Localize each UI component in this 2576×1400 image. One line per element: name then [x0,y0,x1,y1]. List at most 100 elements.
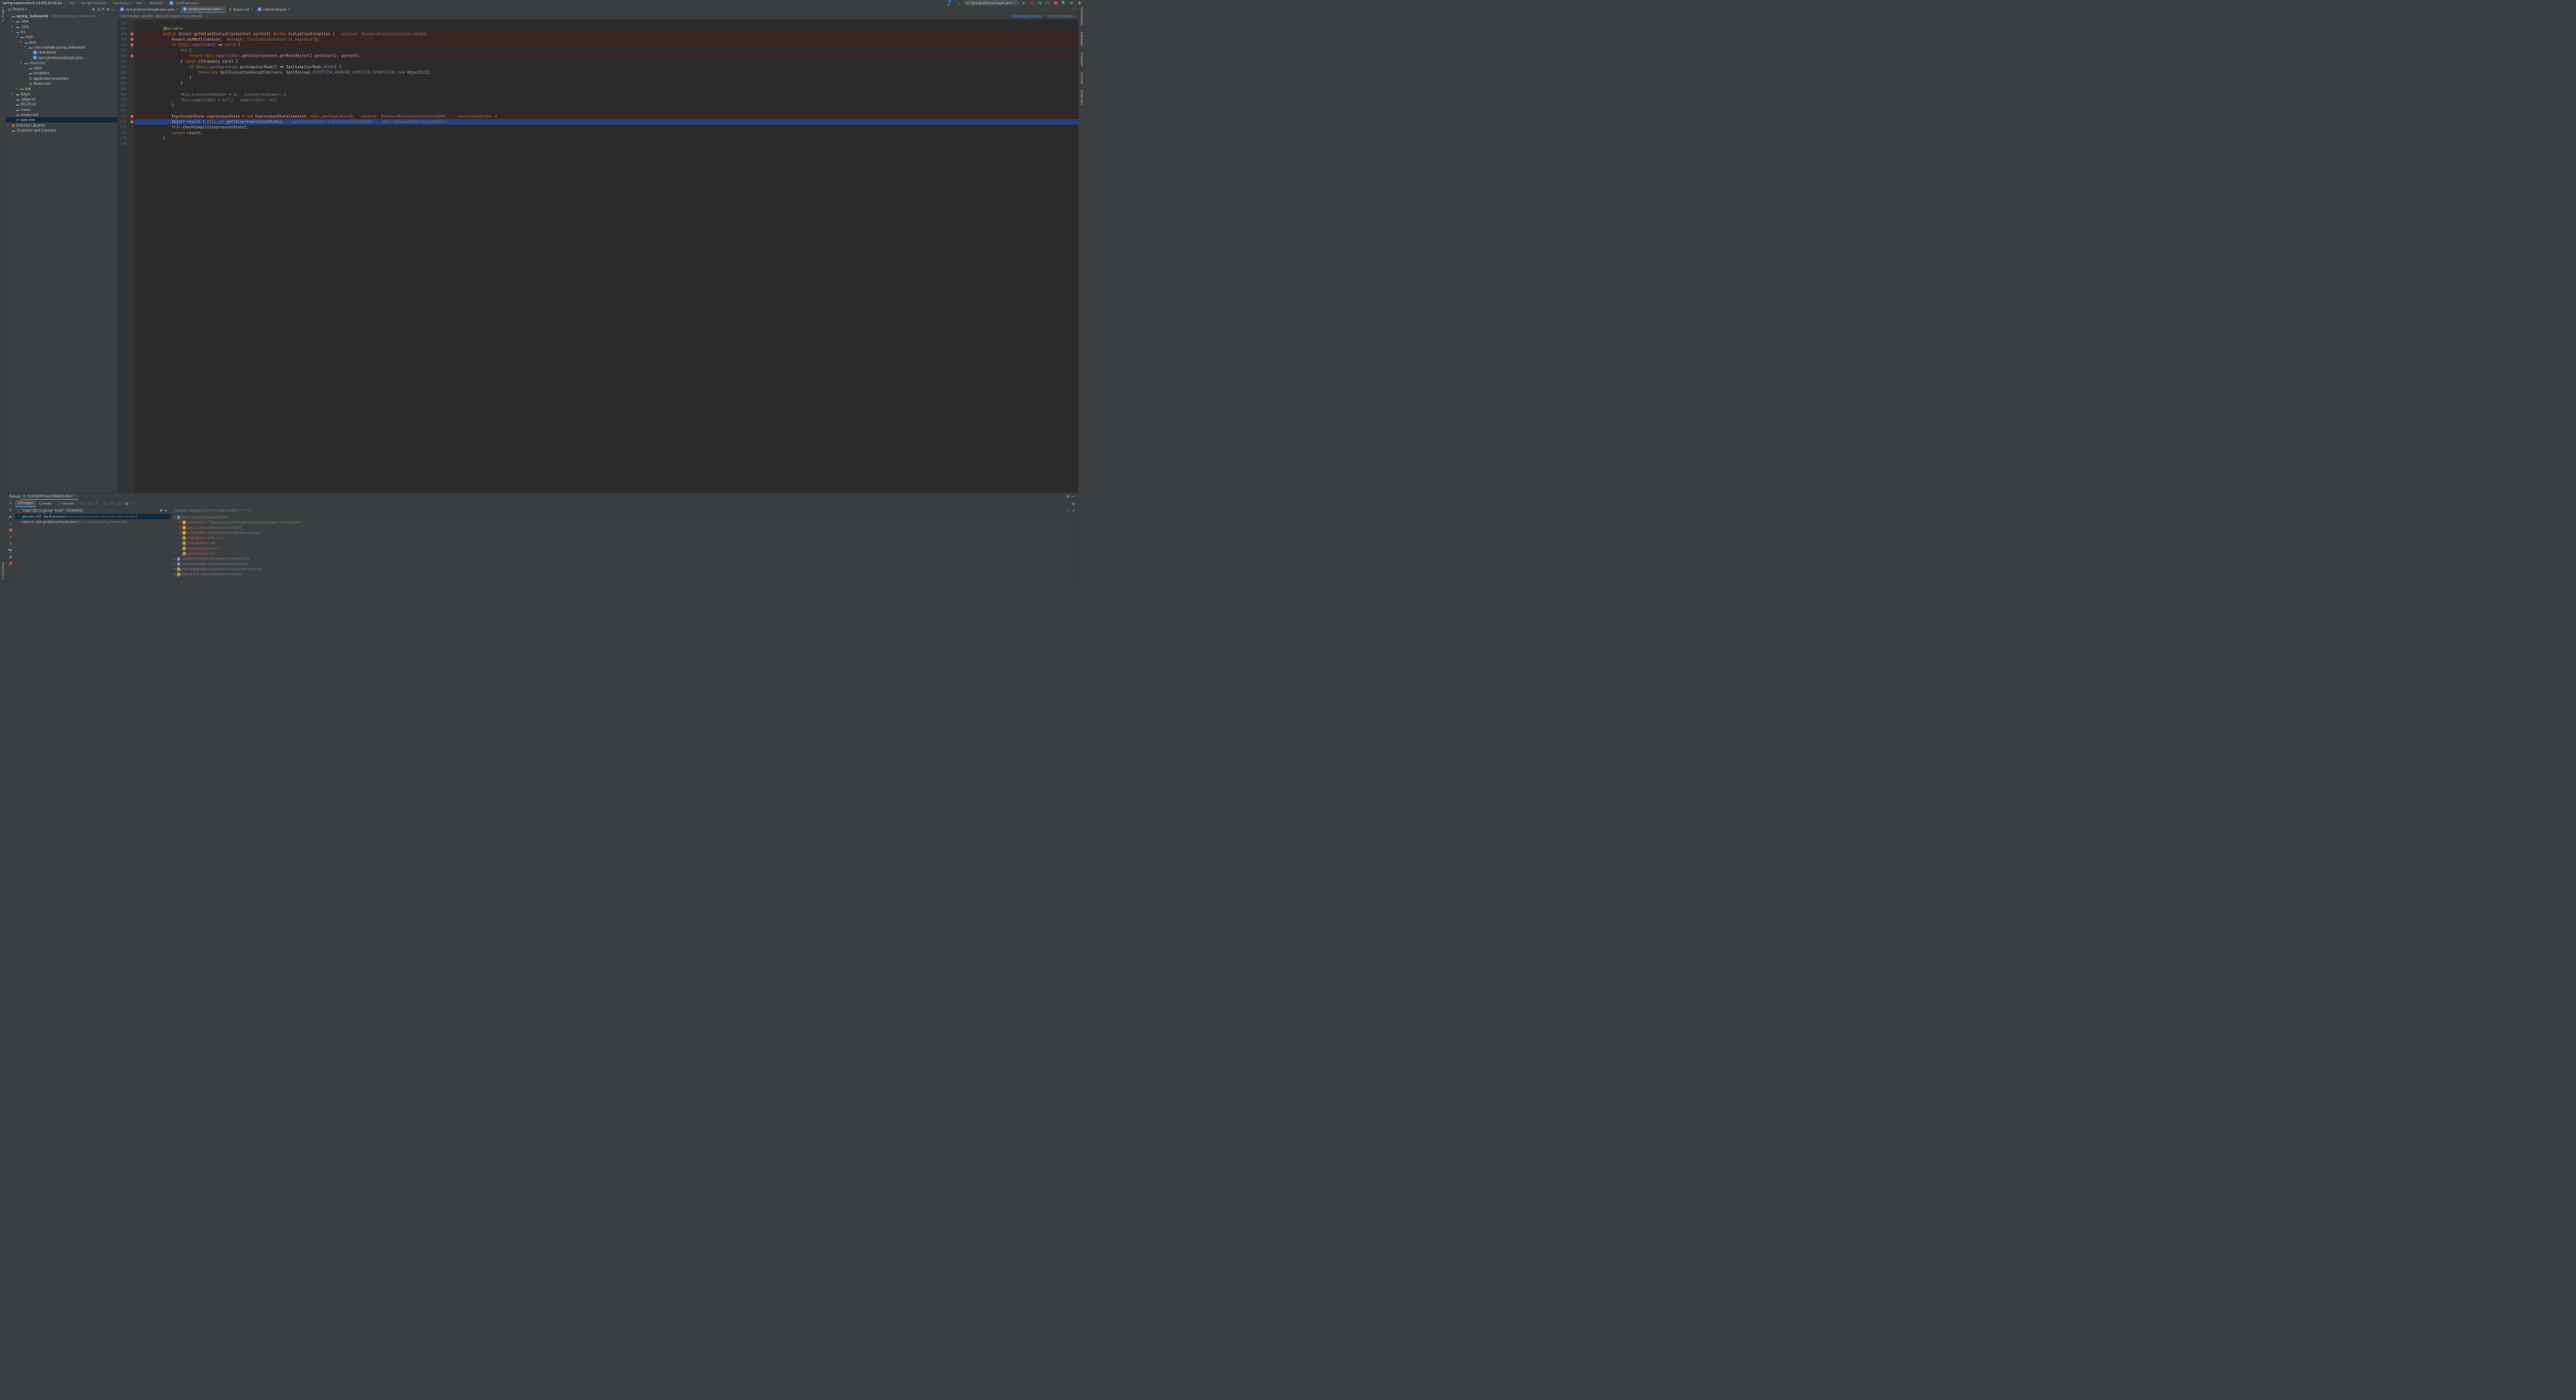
collapse-icon[interactable]: ⇱ [101,7,106,12]
download-sources-link[interactable]: Download Sources [1014,15,1042,18]
editor-tab[interactable]: CSpringHelloworldApplication.java× [118,6,181,12]
locate-icon[interactable]: ⊕ [91,7,96,12]
breakpoint-icon[interactable] [131,115,134,118]
structure-tool-button[interactable]: 7: Structure [1,562,4,580]
pin-button[interactable]: 📌 [6,561,15,567]
build-icon[interactable]: ⤵ [956,1,961,6]
calc-icon[interactable]: ⊞ [124,501,129,506]
close-icon[interactable]: × [250,8,252,12]
frame-row[interactable]: ↪getValue:265, SpelExpression (org.sprin… [15,514,171,519]
tree-row[interactable]: ▾▬com.example.spring_helloworld [6,44,117,49]
breakpoint-icon[interactable] [131,44,134,46]
user-icon[interactable]: 👤▾ [948,1,953,6]
camera-button[interactable]: 📷 [6,547,15,553]
dropdown-icon[interactable]: ▾ [163,508,168,513]
debug-gear-icon[interactable]: ⚙ [1065,494,1070,499]
resume-button[interactable]: ▶ [6,514,15,520]
pause-button[interactable]: ‖ [6,520,15,527]
thread-status[interactable]: "main"@1 in group "main": RUNNING [22,508,83,513]
settings-button[interactable]: ⚙ [1070,1,1075,6]
choose-sources-link[interactable]: Choose Sources... [1048,15,1075,18]
run-config-selector[interactable]: ✿ SpringHelloworldApplication ▾ [964,0,1019,5]
close-icon[interactable]: × [176,8,178,12]
code-editor[interactable]: 1561571581591601611621631641651661671681… [118,20,1078,493]
tree-row[interactable]: ✿application.properties [6,75,117,81]
variables-tree[interactable]: ▾≡this = {SpelExpression@1842}▸fexpressi… [171,514,1078,583]
run-cursor-icon[interactable]: ⤒ [110,501,115,506]
mute-bp-button[interactable]: ⊘ [6,540,15,547]
actuator-tab[interactable]: ⬡ Actuator [54,500,77,507]
project-tree[interactable]: ▾▬spring_helloworld~/Projects/spring_hel… [6,13,117,493]
more-icon[interactable]: ⋯ [131,501,136,506]
step-over-icon[interactable]: ≡ [80,501,85,506]
variable-row[interactable]: ffailedAttempts = 0 [171,551,1078,556]
debug-hide-icon[interactable]: — [1070,494,1075,499]
editor-tab[interactable]: CSpelExpression.class× [181,6,226,12]
variable-row[interactable]: fevaluationContext = null [171,535,1078,540]
tree-row[interactable]: ▾▬spring_helloworld~/Projects/spring_hel… [6,14,117,19]
rerun-button[interactable]: ↻ [6,500,15,506]
tree-row[interactable]: ▬mvnw.cmd [6,112,117,118]
gear-icon[interactable]: ⚙ [106,7,111,12]
debug-config-tab[interactable]: ✿ SpringHelloworldApplication × [21,493,78,500]
debugger-tab[interactable]: Debugger [15,500,36,507]
breakpoint-icon[interactable] [131,54,134,57]
force-step-icon[interactable]: ⤓ [102,501,107,506]
tree-row[interactable]: ▸▬.mvn [6,24,117,29]
breakpoints-button[interactable]: ● [6,533,15,540]
breadcrumb[interactable]: spring-expression-5.1.9.RELEASE.jar org … [2,1,199,6]
variable-row[interactable]: ▸fast = {CompoundExpression@1844} [171,525,1078,530]
tree-row[interactable]: ▬Scratches and Consoles [6,128,117,133]
tree-row[interactable]: ▸▬target [6,91,117,96]
hide-icon[interactable]: — [110,7,115,12]
step-into-icon[interactable]: ⤓ [88,501,93,506]
tree-row[interactable]: ▬mvnw [6,107,117,112]
watch-input[interactable]: Evaluate expression (⏎) or add a watch (… [173,508,251,513]
variable-row[interactable]: ▸pcontext = {StandardEvaluationContext@1… [171,556,1078,561]
gutter-marks[interactable] [129,20,135,493]
tree-row[interactable]: ▾▬main [6,34,117,39]
breadcrumb-jar[interactable]: spring-expression-5.1.9.RELEASE.jar [2,1,62,4]
maven-tool[interactable]: m Maven [1080,52,1083,66]
variable-row[interactable]: ▸fexpression = "T(java.lang.Runtime).get… [171,520,1078,525]
evaluate-icon[interactable]: ⤻ [117,501,122,506]
search-button[interactable]: 🔍 [1062,1,1067,6]
stop-button[interactable] [1054,1,1059,6]
notifications-tool[interactable]: Notifications [1080,7,1083,25]
tree-row[interactable]: CHelloWorld [6,50,117,55]
editor-tab[interactable]: ⊞Beans.xml× [226,6,255,12]
coverage-button[interactable]: ⬔ [1038,1,1043,6]
variable-row[interactable]: ▸∞this.ast = {CompoundExpression@1844} [171,572,1078,577]
tree-row[interactable]: ▬.gitignore [6,96,117,102]
breakpoint-icon[interactable] [131,38,134,41]
variable-row[interactable]: ▾≡this = {SpelExpression@1842} [171,514,1078,519]
tree-row[interactable]: ▾▬src [6,29,117,34]
project-panel-title[interactable]: ▤ Project ▾ [8,7,27,12]
tree-row[interactable]: ▸▦External Libraries [6,123,117,128]
tree-row[interactable]: CSpringHelloworldApplication [6,55,117,60]
tree-row[interactable]: ▾▬resources [6,60,117,65]
variable-row[interactable]: ▸≡expressionState = {ExpressionState@185… [171,561,1078,567]
run-button[interactable]: ▶ [1022,1,1027,6]
close-icon[interactable]: × [288,8,290,12]
layout-button[interactable]: ⊞ [6,553,15,560]
expand-icon[interactable]: ⇲ [96,7,101,12]
variable-row[interactable]: fcompiledAst = null [171,540,1078,545]
breakpoint-icon[interactable] [131,120,134,123]
project-tool-button[interactable]: 1: Project [1,7,4,22]
filter-icon[interactable]: ▼ [158,508,163,513]
modify-button[interactable]: ✎ [6,506,15,513]
variable-row[interactable]: ▸fconfiguration = {SpelParserConfigurati… [171,530,1078,535]
debug-button[interactable]: 🐞 [1030,1,1035,6]
frames-list[interactable]: ↪getValue:265, SpelExpression (org.sprin… [15,514,171,583]
threads-icon[interactable]: ⊞ [1071,501,1076,506]
tree-row[interactable]: ⊞Beans.xml [6,81,117,86]
watch-dropdown-icon[interactable]: ▾ [1071,508,1076,513]
profile-button[interactable]: ⟳▾ [1046,1,1051,6]
close-icon[interactable]: × [222,7,223,11]
scieview-tool[interactable]: SciView [1080,72,1083,83]
editor-tab[interactable]: CHelloWorld.java× [255,6,292,12]
tree-row[interactable]: ▸▬test [6,86,117,91]
variable-row[interactable]: finterpretedCount = 0 [171,545,1078,551]
tree-row[interactable]: ▾▬java [6,39,117,44]
